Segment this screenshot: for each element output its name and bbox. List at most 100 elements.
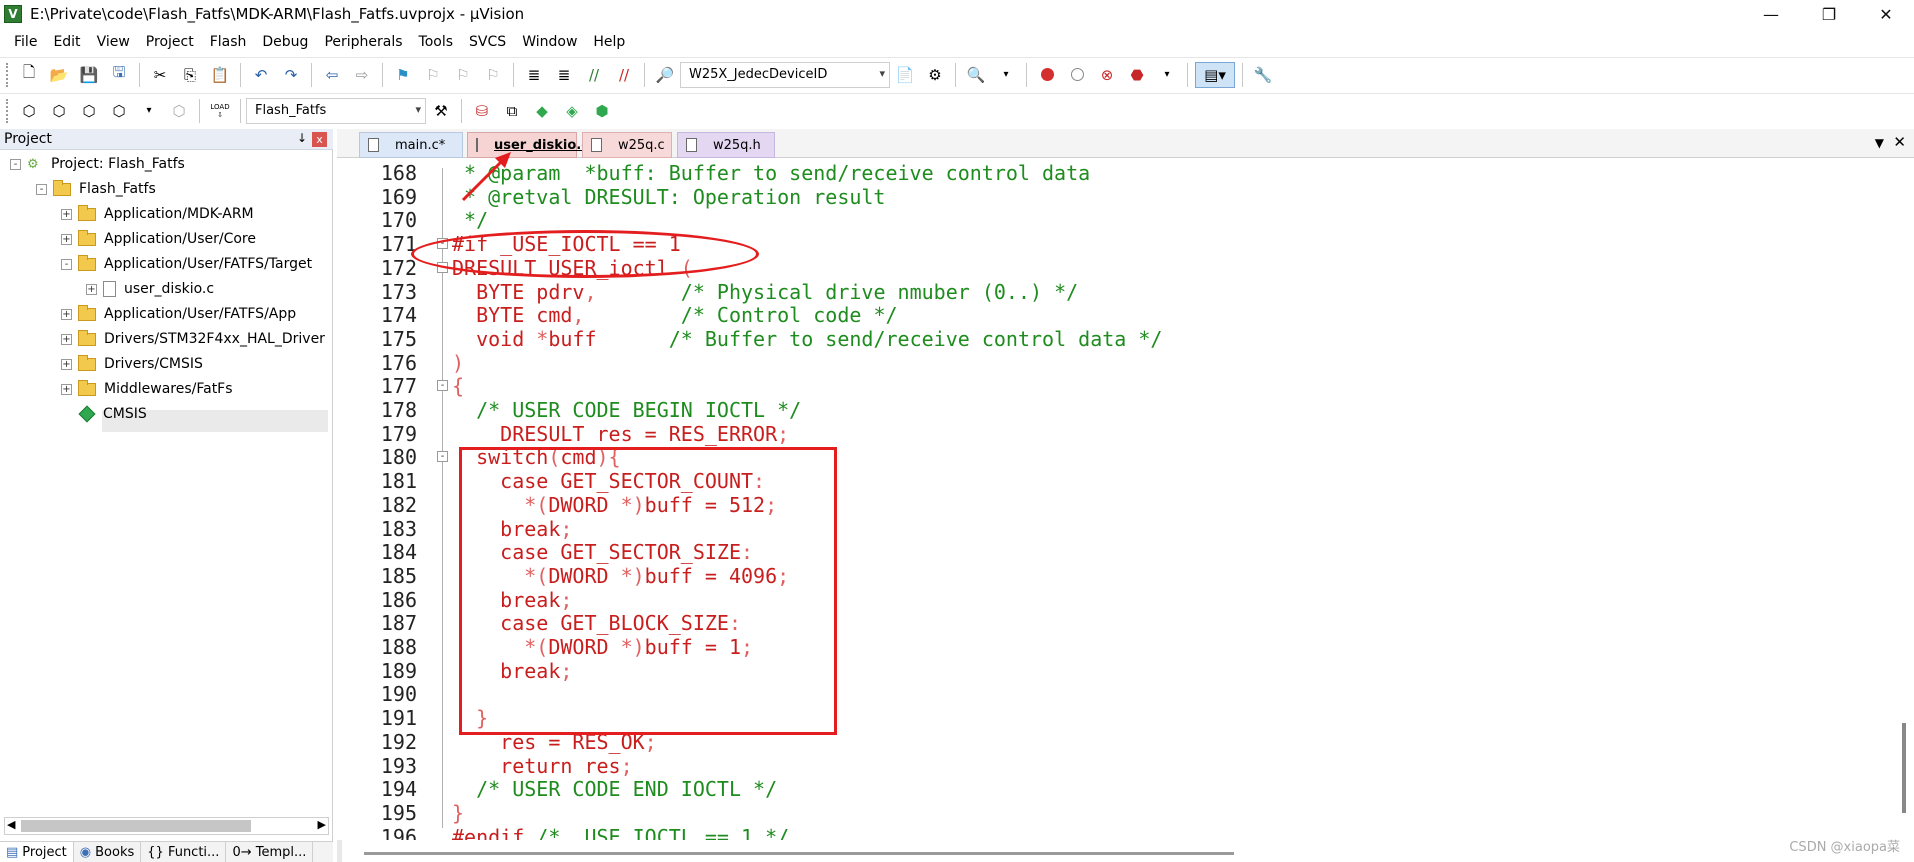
scrollbar-thumb[interactable] (364, 852, 1234, 855)
menu-help[interactable]: Help (585, 34, 633, 50)
tree-item-group[interactable]: + Application/MDK-ARM (61, 203, 254, 225)
tree-item-group[interactable]: + Application/User/FATFS/App (61, 303, 296, 325)
unindent-icon[interactable]: ≣ (551, 62, 577, 88)
tree-item-group[interactable]: + Drivers/CMSIS (61, 353, 203, 375)
expand-icon[interactable]: + (61, 383, 72, 395)
collapse-icon[interactable]: - (61, 258, 72, 270)
rebuild-icon[interactable]: ⬡ (76, 98, 102, 124)
manage-project-items-icon[interactable]: ⛁ (469, 98, 495, 124)
tab-list-dropdown-icon[interactable]: ▼ (1875, 136, 1884, 150)
minimize-button[interactable]: — (1748, 0, 1794, 28)
expand-icon[interactable]: + (61, 358, 72, 370)
tab-w25q-c[interactable]: w25q.c (582, 132, 672, 158)
cut-icon[interactable]: ✂ (147, 62, 173, 88)
find-icon[interactable]: 📄 (892, 62, 918, 88)
pack-installer-icon[interactable]: ⬢ (589, 98, 615, 124)
collapse-icon[interactable]: - (10, 158, 21, 170)
fold-toggle-icon[interactable]: - (437, 380, 448, 392)
toolbar-grip[interactable] (6, 98, 10, 123)
tree-item-group[interactable]: + Application/User/Core (61, 228, 256, 250)
manage-rte-icon[interactable]: ◆ (529, 98, 555, 124)
enable-breakpoint-icon[interactable] (1064, 62, 1090, 88)
menu-project[interactable]: Project (138, 34, 202, 50)
menu-file[interactable]: File (6, 34, 45, 50)
debug-session-icon[interactable]: 🔍 (963, 62, 989, 88)
copy-to-template-icon[interactable]: ⧉ (499, 98, 525, 124)
code-line[interactable]: 194 /* USER CODE END IOCTL */ (337, 777, 1914, 802)
tab-functions[interactable]: {} Functi... (141, 842, 227, 862)
menu-edit[interactable]: Edit (45, 34, 88, 50)
undo-icon[interactable]: ↶ (248, 62, 274, 88)
editor-horizontal-scrollbar[interactable] (342, 846, 1902, 862)
code-line[interactable]: 168 * @param *buff: Buffer to send/recei… (337, 161, 1914, 186)
expand-icon[interactable]: + (86, 283, 97, 295)
menu-debug[interactable]: Debug (254, 34, 316, 50)
expand-icon[interactable]: + (61, 233, 72, 245)
tree-item-target[interactable]: - Flash_Fatfs (36, 178, 156, 200)
tab-books[interactable]: ◉ Books (74, 842, 142, 862)
pin-icon[interactable]: ↓ (297, 131, 307, 145)
code-line[interactable]: 178 /* USER CODE BEGIN IOCTL */ (337, 398, 1914, 423)
editor-vertical-scrollbar[interactable] (1898, 158, 1914, 840)
batch-build-icon[interactable]: ⬡ (106, 98, 132, 124)
prev-bookmark-icon[interactable]: ⚐ (420, 62, 446, 88)
code-line[interactable]: 196 #endif /* _USE_IOCTL == 1 */ (337, 825, 1914, 840)
comment-icon[interactable]: // (581, 62, 607, 88)
expand-icon[interactable]: + (61, 308, 72, 320)
project-horizontal-scrollbar[interactable]: ◀ ▶ (4, 817, 329, 835)
tree-item-component[interactable]: CMSIS (78, 403, 147, 425)
tab-templates[interactable]: 0→ Templ... (226, 842, 314, 862)
chevron-down-icon[interactable]: ▾ (879, 67, 885, 80)
save-icon[interactable]: 💾 (76, 62, 102, 88)
kill-breakpoints-icon[interactable]: ⬣ (1124, 62, 1150, 88)
find-in-files-icon[interactable]: 🔎 (652, 62, 678, 88)
configure-icon[interactable]: 🔧 (1250, 62, 1276, 88)
navigate-back-icon[interactable]: ⇦ (319, 62, 345, 88)
tab-project[interactable]: ▤ Project (0, 842, 74, 862)
code-line[interactable]: 173 BYTE pdrv, /* Physical drive nmuber … (337, 280, 1914, 305)
next-bookmark-icon[interactable]: ⚐ (450, 62, 476, 88)
save-all-icon[interactable]: 🖫 (106, 62, 132, 88)
dropdown-icon[interactable]: ▾ (1154, 62, 1180, 88)
tree-item-group[interactable]: - Application/User/FATFS/Target (61, 253, 312, 275)
find-combo[interactable]: W25X_JedecDeviceID ▾ (680, 61, 890, 88)
scrollbar-thumb[interactable] (21, 820, 251, 832)
code-line[interactable]: 175 void *buff /* Buffer to send/receive… (337, 327, 1914, 352)
select-software-packs-icon[interactable]: ◈ (559, 98, 585, 124)
target-select[interactable]: Flash_Fatfs ▾ (246, 97, 426, 124)
menu-tools[interactable]: Tools (411, 34, 462, 50)
menu-flash[interactable]: Flash (202, 34, 255, 50)
dropdown-icon[interactable]: ▾ (993, 62, 1019, 88)
load-icon[interactable]: LOAD ⇩ (207, 98, 233, 124)
insert-breakpoint-icon[interactable] (1034, 62, 1060, 88)
fold-toggle-icon[interactable]: - (437, 451, 448, 463)
close-tab-icon[interactable]: ✕ (1893, 133, 1906, 151)
tree-item-group[interactable]: + Middlewares/FatFs (61, 378, 233, 400)
uncomment-icon[interactable]: // (611, 62, 637, 88)
open-file-icon[interactable]: 📂 (46, 62, 72, 88)
scrollbar-thumb[interactable] (1902, 723, 1906, 813)
tab-w25q-h[interactable]: w25q.h (677, 132, 775, 158)
target-options-icon[interactable]: ⚒ (428, 98, 454, 124)
incremental-find-icon[interactable]: ⚙ (922, 62, 948, 88)
expand-icon[interactable]: + (61, 333, 72, 345)
tree-item-group[interactable]: + Drivers/STM32F4xx_HAL_Driver (61, 328, 325, 350)
menu-window[interactable]: Window (514, 34, 585, 50)
code-line[interactable]: 193 return res; (337, 754, 1914, 779)
toolbar-grip[interactable] (6, 62, 10, 87)
clear-bookmarks-icon[interactable]: ⚐ (480, 62, 506, 88)
tree-item-project[interactable]: - ⚙ Project: Flash_Fatfs (10, 153, 185, 175)
stop-build-icon[interactable]: ⬡ (166, 98, 192, 124)
expand-icon[interactable]: + (61, 208, 72, 220)
collapse-icon[interactable]: - (36, 183, 47, 195)
new-file-icon[interactable]: 🗋 (16, 62, 42, 88)
disable-breakpoints-icon[interactable]: ⊗ (1094, 62, 1120, 88)
tree-item-file[interactable]: + user_diskio.c (86, 278, 214, 300)
tab-main-c[interactable]: main.c* (359, 132, 463, 158)
menu-peripherals[interactable]: Peripherals (316, 34, 410, 50)
close-panel-icon[interactable]: x (312, 132, 327, 147)
code-line[interactable]: 179 DRESULT res = RES_ERROR; (337, 422, 1914, 447)
chevron-down-icon[interactable]: ▾ (415, 103, 421, 116)
menu-svcs[interactable]: SVCS (461, 34, 514, 50)
code-line[interactable]: 169 * @retval DRESULT: Operation result (337, 185, 1914, 210)
